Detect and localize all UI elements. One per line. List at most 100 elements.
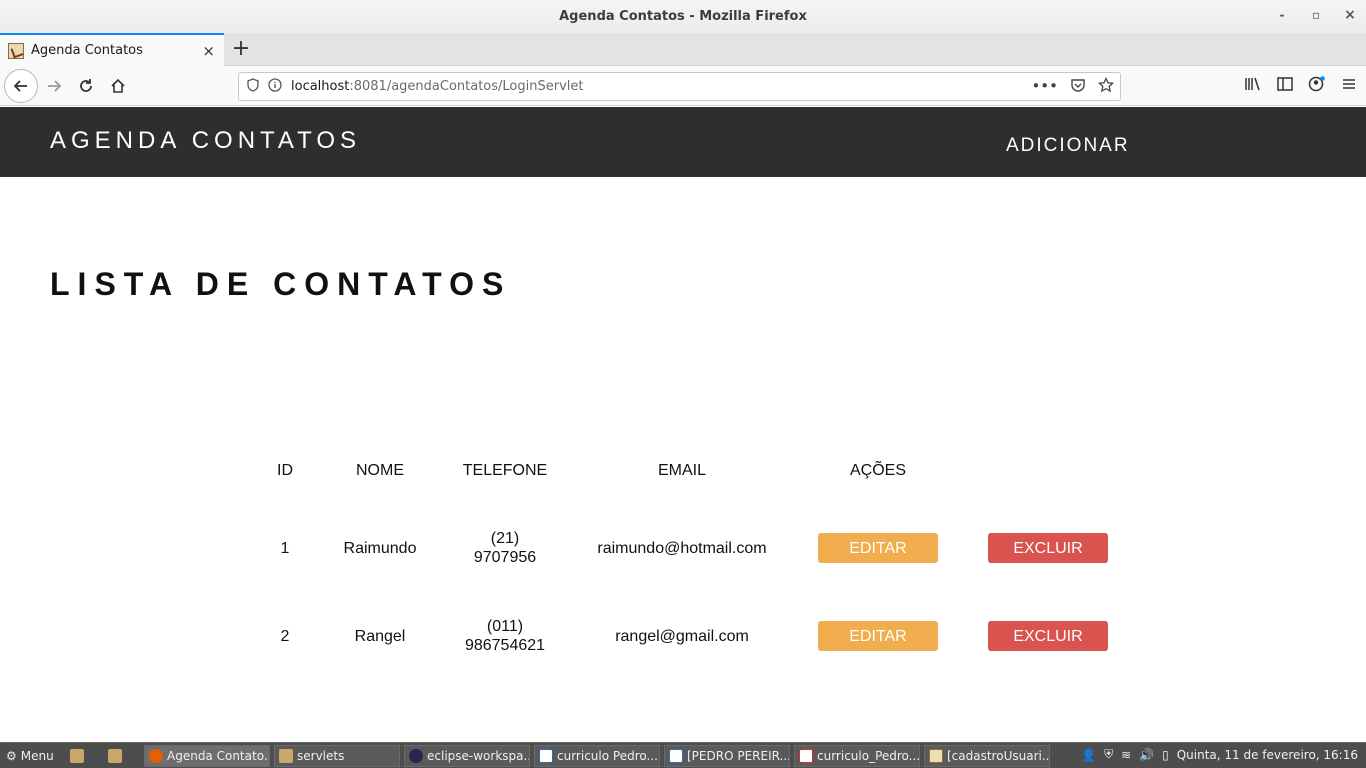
- window-titlebar: Agenda Contatos - Mozilla Firefox - ▫ ×: [0, 0, 1366, 33]
- add-contact-link[interactable]: ADICIONAR: [1006, 135, 1130, 157]
- cell-edit: EDITAR: [803, 606, 953, 666]
- taskbar-window-eclipse[interactable]: eclipse-workspa...: [404, 745, 530, 767]
- column-header-acoes: AÇÕES: [849, 461, 906, 479]
- column-header-telefone: TELEFONE: [462, 461, 548, 479]
- brand-title[interactable]: AGENDA CONTATOS: [50, 127, 361, 155]
- reload-icon: [80, 79, 92, 92]
- navigation-toolbar: localhost:8081/agendaContatos/LoginServl…: [0, 66, 1366, 106]
- reload-button[interactable]: [72, 72, 100, 100]
- home-button[interactable]: [104, 72, 132, 100]
- folder-icon: [279, 749, 293, 763]
- taskbar: ⚙ Menu Agenda Contato... servlets eclips…: [0, 742, 1366, 768]
- taskbar-window-label: [cadastroUsuari...: [947, 749, 1050, 763]
- shield-icon[interactable]: [243, 77, 263, 96]
- maximize-button[interactable]: ▫: [1308, 8, 1324, 22]
- start-menu-label: Menu: [20, 749, 54, 763]
- cell-email: raimundo@hotmail.com: [597, 539, 767, 557]
- volume-icon[interactable]: 🔊: [1139, 748, 1154, 762]
- telefone-number: 9707956: [473, 549, 537, 566]
- cell-delete: EXCLUIR: [973, 518, 1123, 578]
- minimize-button[interactable]: -: [1274, 8, 1290, 22]
- document-icon: [539, 749, 553, 763]
- column-header-nome: NOME: [356, 461, 404, 479]
- close-window-button[interactable]: ×: [1342, 7, 1358, 23]
- cell-id: 1: [280, 539, 290, 557]
- clock[interactable]: Quinta, 11 de fevereiro, 16:16: [1177, 748, 1358, 762]
- tab-agenda-contatos[interactable]: Agenda Contatos ×: [0, 33, 224, 66]
- tab-strip: Agenda Contatos × +: [0, 33, 1366, 66]
- cell-telefone: (21) 9707956: [445, 518, 565, 578]
- cell-nome: Raimundo: [343, 539, 417, 557]
- app-header: AGENDA CONTATOS ADICIONAR: [0, 107, 1366, 177]
- pocket-icon[interactable]: [1070, 77, 1086, 97]
- user-icon[interactable]: 👤: [1081, 748, 1096, 762]
- taskbar-window-cadastro[interactable]: [cadastroUsuari...: [924, 745, 1050, 767]
- taskbar-window-label: [PEDRO PEREIR...: [687, 749, 790, 763]
- system-tray: 👤 ⛨ ≋ 🔊 ▯ Quinta, 11 de fevereiro, 16:16: [1081, 747, 1358, 762]
- tab-close-icon[interactable]: ×: [202, 42, 215, 60]
- library-icon[interactable]: [1244, 76, 1262, 96]
- more-icon[interactable]: •••: [1031, 77, 1058, 97]
- account-icon[interactable]: [1308, 76, 1326, 96]
- taskbar-window-curriculo-pdf[interactable]: curriculo_Pedro...: [794, 745, 920, 767]
- cell-nome: Rangel: [354, 627, 406, 645]
- gear-icon: ⚙: [6, 749, 17, 763]
- wifi-icon[interactable]: ≋: [1121, 748, 1131, 762]
- info-icon[interactable]: [265, 77, 285, 96]
- folder-icon: [108, 749, 122, 763]
- cell-telefone: (011) 986754621: [445, 606, 565, 666]
- start-menu-button[interactable]: ⚙ Menu: [2, 745, 62, 767]
- cell-email: rangel@gmail.com: [615, 627, 749, 645]
- tab-title: Agenda Contatos: [31, 43, 143, 58]
- menu-icon[interactable]: [1340, 76, 1358, 96]
- battery-icon[interactable]: ▯: [1162, 748, 1169, 762]
- column-header-email: EMAIL: [657, 461, 706, 479]
- delete-button[interactable]: EXCLUIR: [988, 533, 1108, 563]
- taskbar-window-label: Agenda Contato...: [167, 749, 270, 763]
- taskbar-window-label: servlets: [297, 749, 345, 763]
- url-bar[interactable]: localhost:8081/agendaContatos/LoginServl…: [238, 72, 1121, 101]
- delete-button[interactable]: EXCLUIR: [988, 621, 1108, 651]
- camera-icon: [70, 749, 84, 763]
- back-button[interactable]: [4, 69, 38, 103]
- page-favicon-icon: [8, 42, 24, 59]
- taskbar-window-pedro[interactable]: [PEDRO PEREIR...: [664, 745, 790, 767]
- pdf-icon: [799, 749, 813, 763]
- taskbar-window-label: curriculo_Pedro...: [817, 749, 920, 763]
- page-title: LISTA DE CONTATOS: [50, 266, 512, 302]
- taskbar-window-servlets[interactable]: servlets: [274, 745, 400, 767]
- url-text[interactable]: localhost:8081/agendaContatos/LoginServl…: [291, 79, 583, 94]
- cell-delete: EXCLUIR: [973, 606, 1123, 666]
- update-icon[interactable]: ⛨: [1104, 747, 1113, 762]
- taskbar-window-firefox[interactable]: Agenda Contato...: [144, 745, 270, 767]
- telefone-ddd: (011): [486, 618, 524, 635]
- text-editor-icon: [929, 749, 943, 763]
- telefone-number: 986754621: [464, 637, 546, 654]
- column-header-id: ID: [277, 461, 293, 479]
- back-icon: [13, 80, 27, 92]
- sidebar-icon[interactable]: [1276, 76, 1294, 96]
- taskbar-window-label: eclipse-workspa...: [427, 749, 530, 763]
- url-path: :8081/agendaContatos/LoginServlet: [349, 79, 584, 94]
- forward-button[interactable]: [40, 72, 68, 100]
- taskbar-window-curriculo[interactable]: curriculo Pedro....: [534, 745, 660, 767]
- cell-id: 2: [280, 627, 290, 645]
- edit-button[interactable]: EDITAR: [818, 533, 938, 563]
- document-icon: [669, 749, 683, 763]
- new-tab-button[interactable]: +: [231, 37, 251, 61]
- camera-launcher[interactable]: [66, 745, 88, 767]
- edit-button[interactable]: EDITAR: [818, 621, 938, 651]
- telefone-ddd: (21): [490, 530, 520, 547]
- table-row: 2 Rangel (011) 986754621 rangel@gmail.co…: [255, 606, 1135, 666]
- home-icon: [111, 78, 125, 93]
- cell-edit: EDITAR: [803, 518, 953, 578]
- table-row: 1 Raimundo (21) 9707956 raimundo@hotmail…: [255, 518, 1135, 578]
- taskbar-window-label: curriculo Pedro....: [557, 749, 660, 763]
- eclipse-icon: [409, 749, 423, 763]
- window-title: Agenda Contatos - Mozilla Firefox: [559, 9, 807, 24]
- url-host: localhost: [291, 79, 350, 94]
- star-icon[interactable]: [1097, 76, 1115, 97]
- table-header-row: ID NOME TELEFONE EMAIL AÇÕES: [255, 440, 1135, 500]
- forward-icon: [48, 80, 62, 92]
- files-launcher[interactable]: [104, 745, 128, 767]
